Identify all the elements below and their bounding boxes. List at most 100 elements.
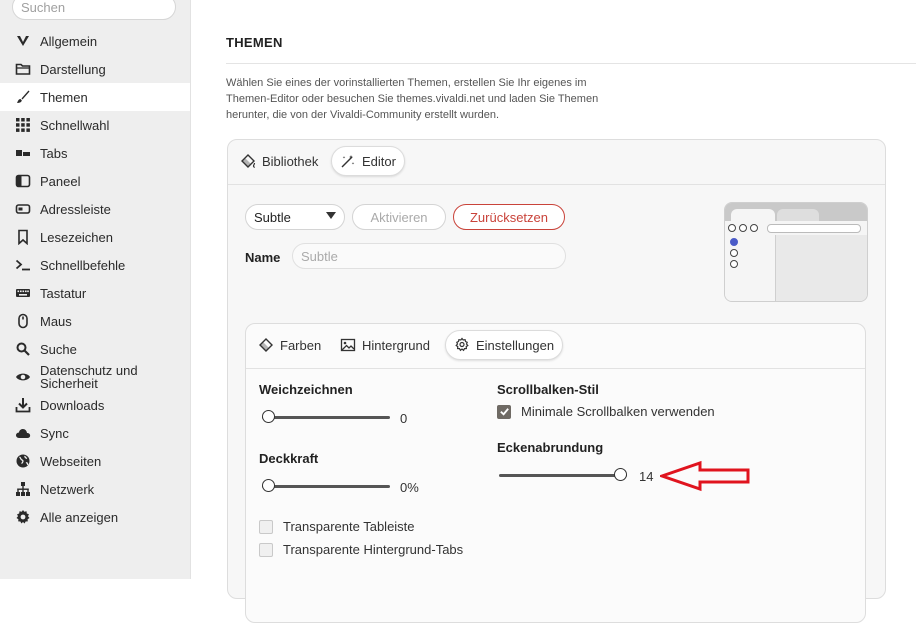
opacity-slider[interactable] bbox=[262, 479, 390, 495]
gear-icon bbox=[455, 337, 469, 352]
preview-dot bbox=[750, 224, 758, 232]
preview-tab-inactive bbox=[777, 209, 819, 221]
transparent-tabbar-checkbox[interactable]: Transparente Tableiste bbox=[259, 519, 415, 534]
sidebar-item-label: Schnellwahl bbox=[40, 117, 110, 133]
checkbox-label: Transparente Tableiste bbox=[283, 519, 415, 534]
sidebar-item-sync[interactable]: Sync bbox=[0, 419, 190, 447]
sidebar-item-suche[interactable]: Suche bbox=[0, 335, 190, 363]
checkbox-box[interactable] bbox=[497, 404, 511, 419]
vivaldi-v-icon bbox=[14, 33, 32, 49]
sidebar-item-label: Tabs bbox=[40, 145, 68, 161]
sidebar-item-label: Webseiten bbox=[40, 453, 102, 469]
preview-sidebar bbox=[725, 235, 776, 301]
themes-panel: Bibliothek Editor Subtle Aktivieren Zurü… bbox=[227, 139, 886, 623]
eye-icon bbox=[14, 369, 32, 385]
wand-icon bbox=[341, 155, 355, 168]
page-title: THEMEN bbox=[226, 35, 283, 50]
sidebar-item-darstellung[interactable]: Darstellung bbox=[0, 55, 190, 83]
tab-label: Hintergrund bbox=[362, 337, 430, 353]
sidebar-item-allgemein[interactable]: Allgemein bbox=[0, 27, 190, 55]
scrollbar-style-label: Scrollbalken-Stil bbox=[497, 382, 599, 397]
preview-dot bbox=[730, 260, 738, 268]
panel-icon bbox=[14, 173, 32, 189]
theme-select-value: Subtle bbox=[254, 209, 291, 225]
editor-panel: Farben Hintergrund Einstellungen Weichze… bbox=[245, 323, 866, 623]
chevron-down-icon bbox=[326, 212, 336, 219]
preview-url-field bbox=[767, 224, 861, 233]
slider-thumb[interactable] bbox=[614, 468, 627, 481]
tabs-icon bbox=[14, 145, 32, 161]
sidebar-item-label: Downloads bbox=[40, 397, 105, 413]
theme-name-field[interactable] bbox=[292, 243, 566, 269]
sidebar-item-schnellwahl[interactable]: Schnellwahl bbox=[0, 111, 190, 139]
transparent-bg-tabs-checkbox[interactable]: Transparente Hintergrund-Tabs bbox=[259, 542, 463, 557]
command-icon bbox=[14, 257, 32, 273]
settings-sidebar: Allgemein Darstellung Themen Schnellwahl… bbox=[0, 0, 191, 579]
tab-label: Bibliothek bbox=[262, 153, 319, 169]
tab-label: Einstellungen bbox=[476, 337, 555, 353]
magnifier-icon bbox=[14, 341, 32, 357]
grid-icon bbox=[14, 117, 32, 133]
sidebar-item-themen[interactable]: Themen bbox=[0, 83, 190, 111]
sidebar-item-netzwerk[interactable]: Netzwerk bbox=[0, 475, 190, 503]
checkbox-box[interactable] bbox=[259, 542, 273, 557]
tab-einstellungen[interactable]: Einstellungen bbox=[445, 330, 564, 360]
corner-rounding-slider[interactable] bbox=[499, 468, 627, 484]
sidebar-item-label: Paneel bbox=[40, 173, 81, 189]
paint-bucket-icon bbox=[241, 154, 256, 168]
sidebar-item-tabs[interactable]: Tabs bbox=[0, 139, 190, 167]
search-input[interactable] bbox=[12, 0, 176, 20]
slider-thumb[interactable] bbox=[262, 410, 275, 423]
theme-select[interactable]: Subtle bbox=[245, 204, 345, 230]
sidebar-item-label: Suche bbox=[40, 341, 77, 357]
slider-thumb[interactable] bbox=[262, 479, 275, 492]
gear-icon bbox=[14, 509, 32, 525]
sidebar-item-schnellbefehle[interactable]: Schnellbefehle bbox=[0, 251, 190, 279]
themes-tabbar: Bibliothek Editor bbox=[228, 140, 885, 185]
tab-editor[interactable]: Editor bbox=[331, 146, 405, 176]
preview-dot bbox=[728, 224, 736, 232]
checkbox-box[interactable] bbox=[259, 519, 273, 534]
minimal-scrollbars-checkbox[interactable]: Minimale Scrollbalken verwenden bbox=[497, 404, 715, 419]
slider-track bbox=[262, 416, 390, 419]
sidebar-item-alle-anzeigen[interactable]: Alle anzeigen bbox=[0, 503, 190, 531]
sidebar-item-paneel[interactable]: Paneel bbox=[0, 167, 190, 195]
tab-label: Farben bbox=[280, 337, 322, 353]
sidebar-item-label: Lesezeichen bbox=[40, 229, 113, 245]
cloud-icon bbox=[14, 425, 32, 441]
opacity-value: 0% bbox=[400, 480, 419, 495]
preview-content bbox=[776, 235, 867, 301]
globe-icon bbox=[14, 453, 32, 469]
address-bar-icon bbox=[14, 201, 32, 217]
bookmark-icon bbox=[14, 229, 32, 245]
tab-bibliothek[interactable]: Bibliothek bbox=[232, 146, 326, 176]
preview-dot bbox=[730, 249, 738, 257]
sidebar-item-label: Alle anzeigen bbox=[40, 509, 119, 525]
mouse-icon bbox=[14, 313, 32, 329]
blur-label: Weichzeichnen bbox=[259, 382, 353, 397]
settings-nav: Allgemein Darstellung Themen Schnellwahl… bbox=[0, 27, 190, 531]
sidebar-item-downloads[interactable]: Downloads bbox=[0, 391, 190, 419]
brush-icon bbox=[14, 89, 32, 105]
sidebar-item-tastatur[interactable]: Tastatur bbox=[0, 279, 190, 307]
reset-button[interactable]: Zurücksetzen bbox=[453, 204, 565, 230]
annotation-arrow-icon bbox=[660, 460, 750, 492]
slider-track bbox=[262, 485, 390, 488]
preview-dot bbox=[730, 238, 738, 246]
sidebar-item-datenschutz[interactable]: Datenschutz und Sicherheit bbox=[0, 363, 190, 391]
sidebar-item-lesezeichen[interactable]: Lesezeichen bbox=[0, 223, 190, 251]
sidebar-item-label: Datenschutz und Sicherheit bbox=[40, 363, 138, 391]
corner-rounding-value: 14 bbox=[639, 469, 654, 484]
tab-farben[interactable]: Farben bbox=[250, 330, 329, 360]
tab-hintergrund[interactable]: Hintergrund bbox=[332, 330, 438, 360]
activate-button[interactable]: Aktivieren bbox=[352, 204, 446, 230]
sidebar-item-label: Schnellbefehle bbox=[40, 257, 126, 273]
sidebar-item-adressleiste[interactable]: Adressleiste bbox=[0, 195, 190, 223]
network-icon bbox=[14, 481, 32, 497]
checkmark-icon bbox=[499, 408, 509, 416]
sidebar-item-label: Sync bbox=[40, 425, 69, 441]
sidebar-item-webseiten[interactable]: Webseiten bbox=[0, 447, 190, 475]
blur-slider[interactable] bbox=[262, 410, 390, 426]
sidebar-item-maus[interactable]: Maus bbox=[0, 307, 190, 335]
opacity-label: Deckkraft bbox=[259, 451, 319, 466]
